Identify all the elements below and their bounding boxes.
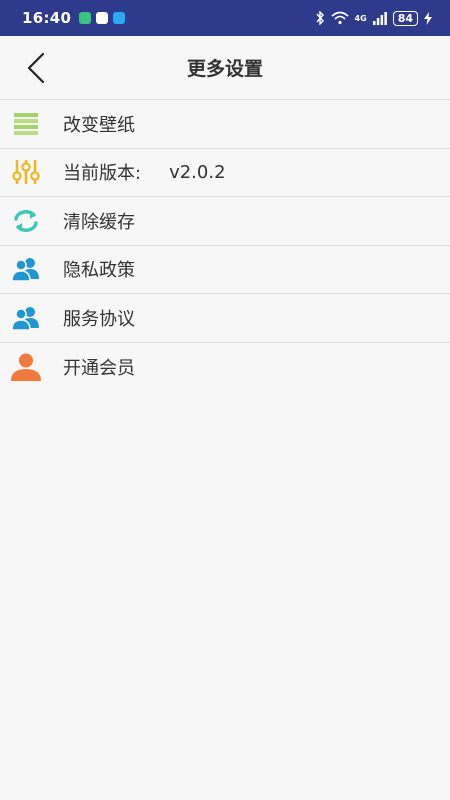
search-notification-icon <box>113 12 126 24</box>
refresh-icon <box>11 206 41 236</box>
wallpaper-icon <box>11 109 41 139</box>
settings-item-clear-cache[interactable]: 清除缓存 <box>0 197 450 246</box>
battery-indicator: 84 <box>392 10 418 26</box>
chevron-left-icon <box>27 52 45 84</box>
settings-list: 改变壁纸 当前版本: v2.0.2 清除缓存 隐私政策 服务协议 开通会员 <box>0 100 450 391</box>
network-type: 4G <box>354 13 367 23</box>
notification-icons <box>79 12 126 24</box>
settings-item-label: 开通会员 <box>63 357 135 379</box>
settings-item-label: 隐私政策 <box>63 260 135 282</box>
settings-item-label: 当前版本: <box>63 163 142 185</box>
settings-item-label: 改变壁纸 <box>63 114 135 136</box>
settings-item-service-agreement[interactable]: 服务协议 <box>0 294 450 343</box>
user-icon <box>11 352 41 382</box>
users-icon <box>11 254 41 284</box>
users-icon <box>11 303 41 333</box>
settings-item-label: 清除缓存 <box>63 211 135 233</box>
bluetooth-icon <box>316 11 324 25</box>
equalizer-icon <box>11 157 41 187</box>
settings-item-label: 服务协议 <box>63 308 135 330</box>
version-value: v2.0.2 <box>169 161 226 183</box>
settings-item-version[interactable]: 当前版本: v2.0.2 <box>0 148 450 197</box>
back-button[interactable] <box>18 50 54 86</box>
signal-icon <box>372 11 387 25</box>
settings-item-wallpaper[interactable]: 改变壁纸 <box>0 100 450 149</box>
settings-item-membership[interactable]: 开通会员 <box>0 342 450 391</box>
app-notification-icon <box>79 12 92 24</box>
status-bar: 16:40 4G 84 <box>0 0 450 36</box>
page-title: 更多设置 <box>186 58 263 80</box>
header-bar: 更多设置 <box>0 36 450 100</box>
settings-item-privacy-policy[interactable]: 隐私政策 <box>0 245 450 294</box>
message-notification-icon <box>96 12 109 24</box>
status-time: 16:40 <box>22 9 72 27</box>
charging-icon <box>424 11 432 25</box>
wifi-icon <box>331 11 349 25</box>
